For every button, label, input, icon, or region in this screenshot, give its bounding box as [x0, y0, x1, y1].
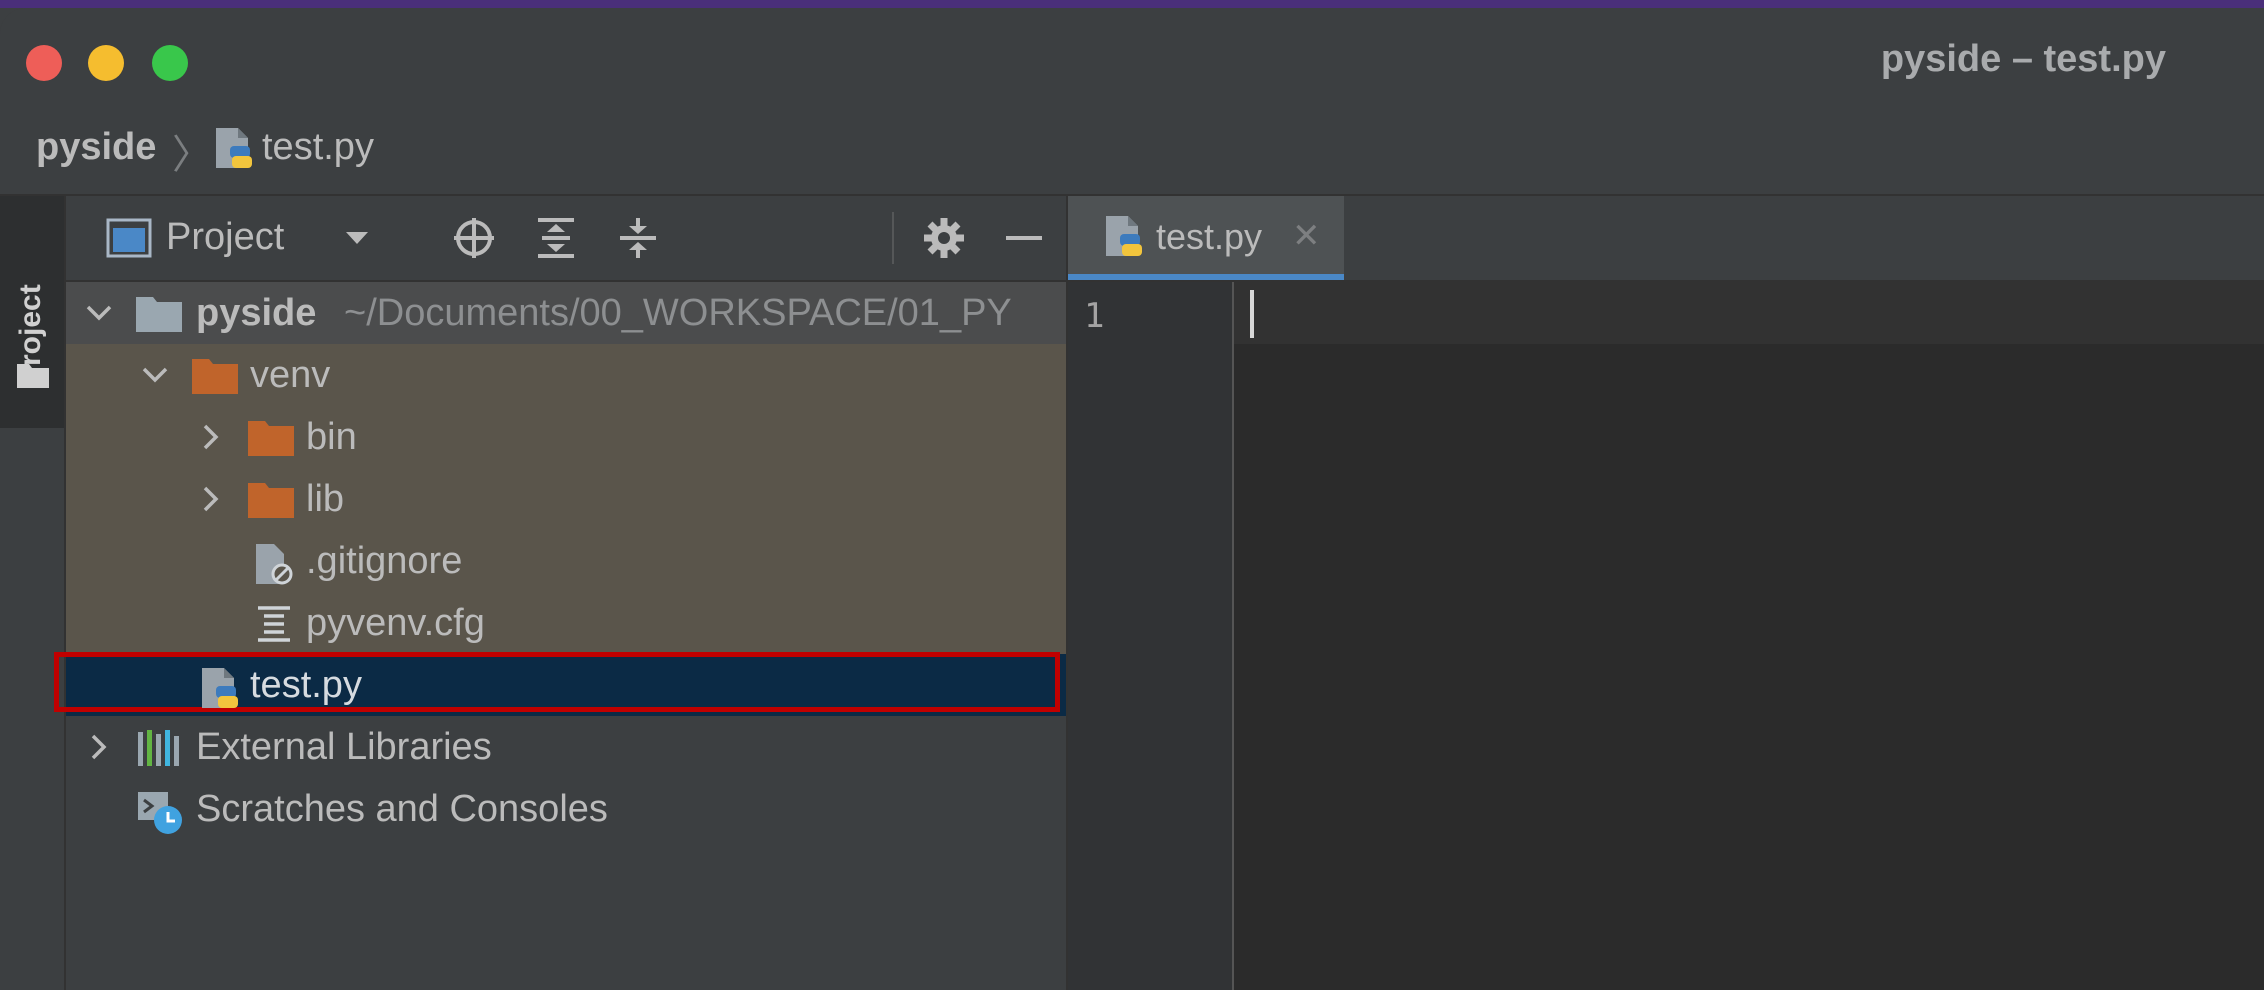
- editor-tab-bar: test.py ✕: [1068, 196, 2264, 282]
- tree-label-root: pyside: [196, 292, 317, 334]
- expand-all-icon[interactable]: [534, 216, 578, 260]
- project-tree: pyside ~/Documents/00_WORKSPACE/01_PY ve…: [54, 282, 1066, 990]
- tree-row-scratches[interactable]: Scratches and Consoles: [66, 778, 1066, 840]
- ignored-file-icon: [254, 542, 294, 591]
- python-file-icon: [198, 666, 242, 717]
- scratches-icon: [136, 790, 184, 841]
- tool-window-stripe: Project: [0, 196, 66, 990]
- tree-root-path: ~/Documents/00_WORKSPACE/01_PY: [344, 292, 1012, 334]
- breadcrumb: pyside 〉 test.py: [0, 108, 2264, 196]
- current-line-highlight[interactable]: [1234, 282, 2264, 344]
- tree-label-venv: venv: [250, 354, 331, 396]
- hide-panel-icon[interactable]: [1002, 216, 1046, 260]
- close-window-button[interactable]: [26, 45, 62, 81]
- locate-file-icon[interactable]: [452, 216, 496, 260]
- editor-tab-test-py[interactable]: test.py ✕: [1068, 196, 1344, 280]
- close-tab-icon[interactable]: ✕: [1292, 216, 1321, 256]
- breadcrumb-file[interactable]: test.py: [262, 126, 374, 169]
- window-title: pyside – test.py: [1880, 38, 2166, 80]
- title-bar: pyside – test.py: [0, 8, 2264, 108]
- folder-icon: [248, 480, 294, 523]
- tree-label-bin: bin: [306, 416, 357, 458]
- line-number: 1: [1084, 296, 1105, 336]
- editor-tab-label: test.py: [1156, 216, 1263, 257]
- chevron-right-icon[interactable]: [194, 482, 228, 521]
- chevron-right-icon[interactable]: [194, 420, 228, 459]
- folder-icon: [17, 362, 49, 393]
- editor-area: test.py ✕ 1: [1068, 196, 2264, 990]
- tree-row-lib[interactable]: lib: [66, 468, 1066, 530]
- zoom-window-button[interactable]: [152, 45, 188, 81]
- chevron-down-icon[interactable]: [82, 296, 116, 335]
- project-panel: Project pyside ~/Documents/00_WORKSPACE/…: [54, 196, 1068, 990]
- line-number-gutter: 1: [1068, 282, 1234, 990]
- chevron-down-icon[interactable]: [340, 220, 374, 259]
- python-file-icon: [212, 126, 256, 177]
- tree-row-external-libraries[interactable]: External Libraries: [66, 716, 1066, 778]
- library-icon: [136, 728, 182, 773]
- tree-label-test-py: test.py: [250, 664, 362, 706]
- tree-row-bin[interactable]: bin: [66, 406, 1066, 468]
- tree-row-gitignore[interactable]: .gitignore: [66, 530, 1066, 592]
- active-tab-indicator: [1068, 274, 1344, 280]
- tree-label-gitignore: .gitignore: [306, 540, 463, 582]
- tree-row-root[interactable]: pyside ~/Documents/00_WORKSPACE/01_PY: [66, 282, 1066, 344]
- desktop-top-strip: [0, 0, 2264, 8]
- folder-icon: [248, 418, 294, 461]
- folder-icon: [192, 356, 238, 399]
- tree-label-scratches: Scratches and Consoles: [196, 788, 608, 830]
- config-file-icon: [256, 604, 292, 649]
- tree-row-venv[interactable]: venv: [66, 344, 1066, 406]
- toolbar-divider: [892, 212, 894, 264]
- breadcrumb-separator-icon: 〉: [172, 133, 212, 177]
- gear-icon[interactable]: [922, 216, 966, 260]
- folder-icon: [136, 294, 182, 337]
- python-file-icon: [1102, 214, 1146, 265]
- collapse-all-icon[interactable]: [616, 216, 660, 260]
- project-tool-tab[interactable]: Project: [0, 196, 64, 428]
- chevron-down-icon[interactable]: [138, 358, 172, 397]
- tree-label-pyvenv: pyvenv.cfg: [306, 602, 485, 644]
- tree-label-external-libraries: External Libraries: [196, 726, 492, 768]
- project-panel-header: Project: [66, 196, 1066, 282]
- tree-label-lib: lib: [306, 478, 345, 520]
- text-caret: [1250, 290, 1254, 338]
- project-view-icon: [106, 218, 152, 263]
- chevron-right-icon[interactable]: [82, 730, 116, 769]
- project-view-selector[interactable]: Project: [166, 216, 284, 259]
- minimize-window-button[interactable]: [88, 45, 124, 81]
- ide-window: pyside – test.py pyside 〉 test.py Projec…: [0, 8, 2264, 990]
- tree-row-test-py[interactable]: test.py: [54, 652, 1066, 717]
- tree-row-pyvenv[interactable]: pyvenv.cfg: [66, 592, 1066, 654]
- breadcrumb-project[interactable]: pyside: [36, 126, 156, 169]
